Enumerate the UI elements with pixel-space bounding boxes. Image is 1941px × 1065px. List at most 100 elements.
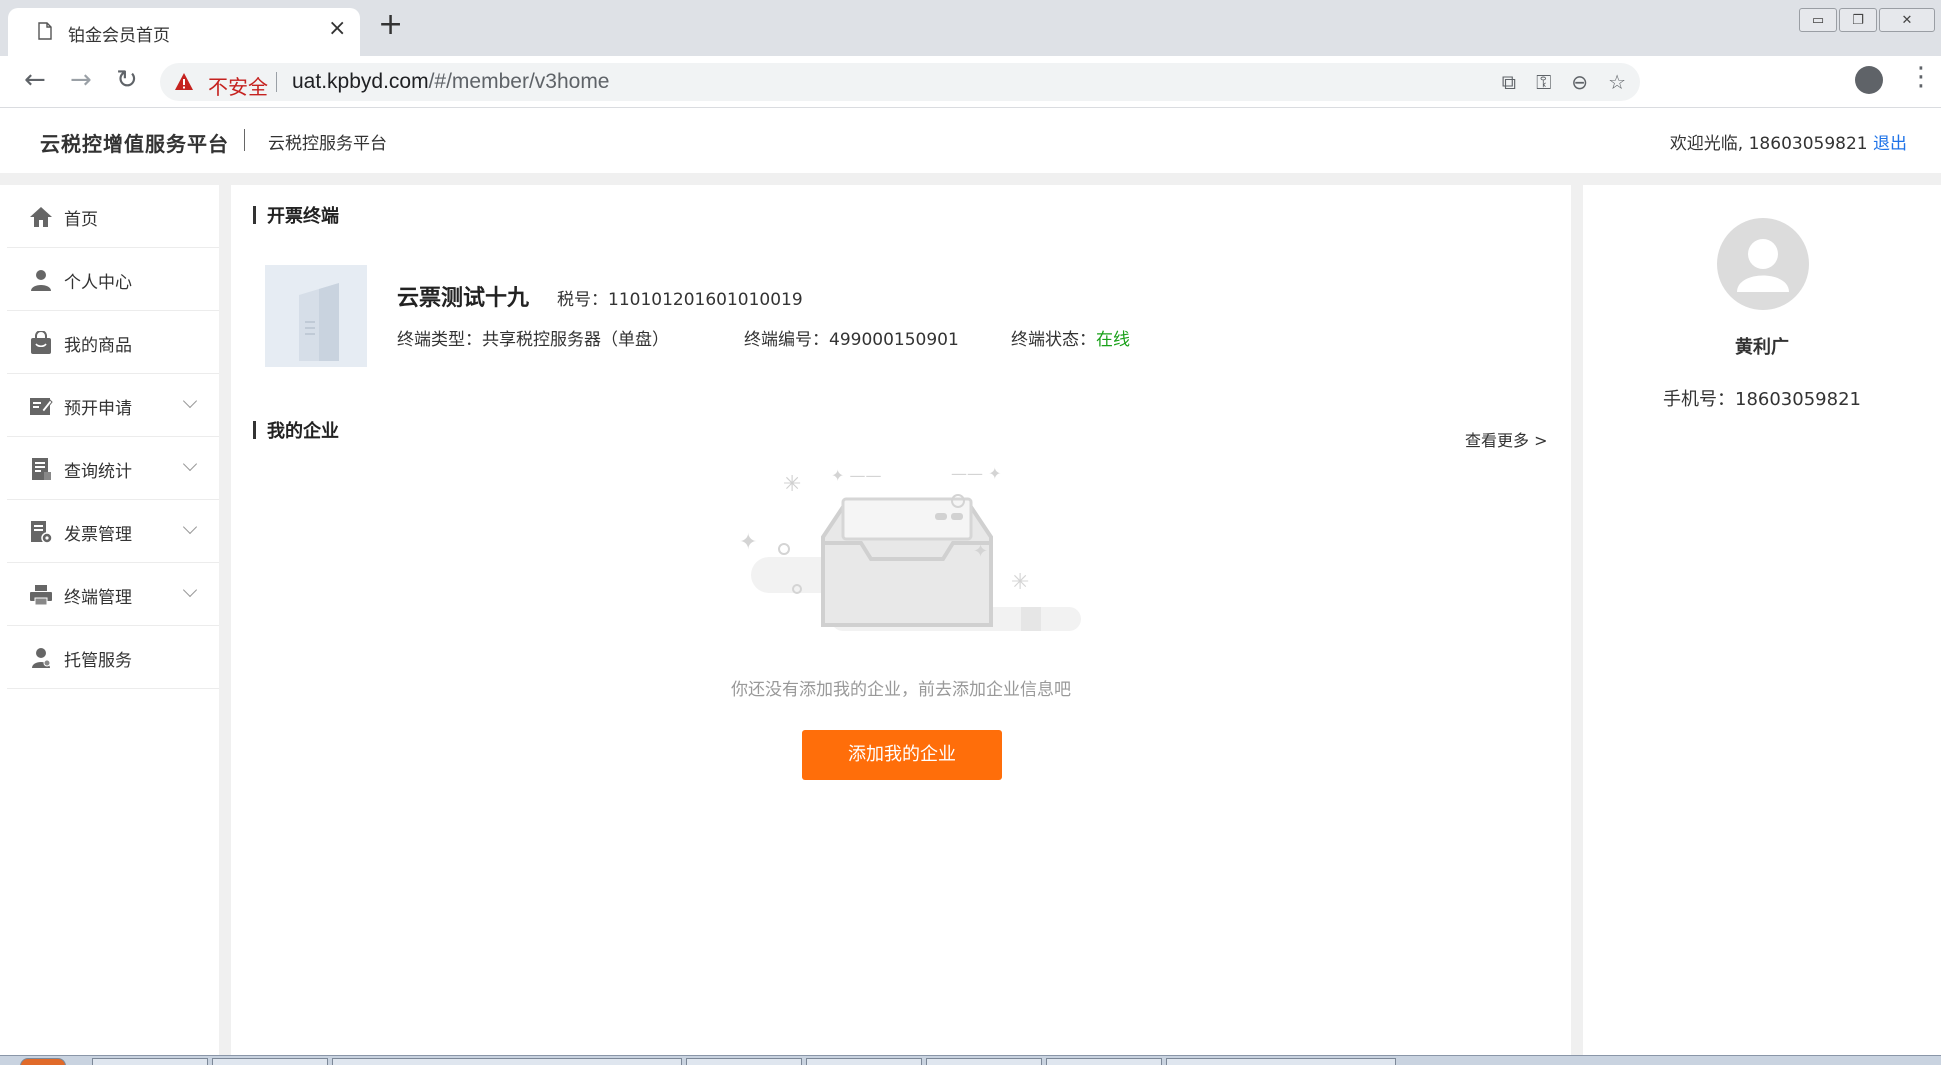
terminal-section-title: 开票终端	[253, 202, 339, 228]
empty-box-illustration: ✳ ✦ ✦ —— ✦ ✳ —— ✦	[739, 464, 1081, 631]
chevron-down-icon[interactable]	[182, 519, 198, 535]
window-controls: ▭ ❐ ✕	[1797, 8, 1935, 32]
translate-icon[interactable]: ⧉	[1502, 70, 1516, 94]
home-icon	[30, 207, 52, 227]
sidebar-item-query-stats[interactable]: 查询统计	[7, 437, 219, 500]
sidebar-item-label: 终端管理	[64, 588, 132, 608]
taskbar-item[interactable]	[806, 1058, 922, 1065]
report-icon	[32, 458, 51, 480]
terminal-tax-number: 税号：110101201601010019	[557, 290, 803, 310]
restore-button[interactable]: ❐	[1839, 8, 1877, 32]
layout-gutter	[1571, 185, 1583, 1065]
sidebar-item-label: 托管服务	[64, 651, 132, 671]
os-taskbar	[0, 1055, 1941, 1065]
reload-icon[interactable]: ↻	[116, 67, 138, 93]
terminal-type: 终端类型：共享税控服务器（单盘）	[397, 330, 669, 350]
invoice-icon	[31, 521, 53, 544]
welcome-message: 欢迎光临, 18603059821 退出	[1670, 129, 1907, 154]
taskbar-item[interactable]	[1046, 1058, 1162, 1065]
tab-close-button[interactable]: ×	[328, 16, 346, 41]
omnibox-divider	[276, 72, 277, 92]
taskbar-item[interactable]	[332, 1058, 682, 1065]
browser-tab-strip: 铂金会员首页 × + ▭ ❐ ✕	[0, 0, 1941, 56]
taskbar-item[interactable]	[1166, 1058, 1396, 1065]
sidebar-item-label: 首页	[64, 210, 98, 230]
terminal-name: 云票测试十九	[397, 286, 530, 311]
sidebar-item-hosting-service[interactable]: 托管服务	[7, 626, 219, 689]
sidebar: 首页 个人中心 我的商品 预开申请 查询统计 发票管理 终端管理 托管服务	[7, 185, 219, 1065]
sidebar-item-invoice-management[interactable]: 发票管理	[7, 500, 219, 563]
view-more-link[interactable]: 查看更多 >	[1465, 427, 1548, 451]
address-bar[interactable]: 不安全 uat.kpbyd.com/#/member/v3home ⧉ ⚿ ⊖ …	[160, 63, 1640, 101]
taskbar-item[interactable]	[926, 1058, 1042, 1065]
site-header: 云税控增值服务平台 云税控服务平台 欢迎光临, 18603059821 退出	[0, 109, 1941, 173]
page-icon	[38, 22, 52, 40]
profile-phone: 手机号：18603059821	[1663, 389, 1861, 410]
forward-icon[interactable]: →	[70, 67, 92, 93]
welcome-text: 欢迎光临, 18603059821	[1669, 134, 1873, 154]
warning-icon	[175, 73, 193, 90]
sidebar-item-label: 发票管理	[64, 525, 132, 545]
terminal-status-label: 终端状态：	[1011, 330, 1096, 350]
key-icon[interactable]: ⚿	[1536, 70, 1551, 94]
terminal-number: 终端编号：499000150901	[744, 330, 959, 350]
service-icon	[32, 648, 51, 668]
chevron-down-icon[interactable]	[182, 393, 198, 409]
add-enterprise-button[interactable]: 添加我的企业	[802, 730, 1002, 780]
sidebar-item-terminal-management[interactable]: 终端管理	[7, 563, 219, 626]
main-content: 开票终端 云票测试十九 税号：110101201601010019 终端类型：共…	[231, 185, 1571, 1065]
empty-state-message: 你还没有添加我的企业，前去添加企业信息吧	[731, 680, 1071, 700]
avatar[interactable]	[1717, 218, 1809, 310]
omnibox-actions: ⧉ ⚿ ⊖ ☆	[1502, 70, 1626, 94]
printer-icon	[30, 585, 52, 606]
zoom-icon[interactable]: ⊖	[1571, 70, 1588, 94]
svg-text:—— ✦: —— ✦	[951, 464, 1002, 483]
brand-divider	[244, 129, 245, 151]
profile-panel: 黄利广 手机号：18603059821	[1583, 185, 1941, 1065]
sidebar-item-pre-apply[interactable]: 预开申请	[7, 374, 219, 437]
url-path: /#/member/v3home	[428, 70, 610, 93]
user-avatar-icon	[1737, 239, 1789, 292]
sidebar-item-home[interactable]: 首页	[7, 185, 219, 248]
svg-text:✳: ✳	[783, 472, 801, 497]
user-icon	[31, 270, 51, 291]
profile-icon[interactable]	[1855, 66, 1883, 94]
svg-text:✦ ——: ✦ ——	[831, 466, 882, 485]
enterprise-section-title: 我的企业	[253, 417, 339, 443]
bookmark-star-icon[interactable]: ☆	[1608, 70, 1626, 94]
browser-toolbar: ← → ↻ 不安全 uat.kpbyd.com/#/member/v3home …	[0, 56, 1941, 108]
terminal-thumbnail	[265, 265, 367, 367]
profile-name: 黄利广	[1735, 337, 1789, 358]
back-icon[interactable]: ←	[24, 67, 46, 93]
taskbar-item[interactable]	[92, 1058, 208, 1065]
url-host: uat.kpbyd.com	[292, 70, 429, 93]
close-window-button[interactable]: ✕	[1879, 8, 1935, 32]
security-label[interactable]: 不安全	[208, 71, 268, 100]
start-button[interactable]	[20, 1058, 66, 1065]
new-tab-button[interactable]: +	[378, 10, 403, 40]
browser-tab[interactable]: 铂金会员首页 ×	[8, 8, 360, 56]
chevron-down-icon[interactable]	[182, 582, 198, 598]
svg-text:✦: ✦	[739, 530, 757, 555]
svg-text:✦: ✦	[973, 541, 988, 562]
chevron-down-icon[interactable]	[182, 456, 198, 472]
platform-name: 云税控服务平台	[268, 134, 387, 154]
svg-text:✳: ✳	[1011, 570, 1029, 595]
tab-title: 铂金会员首页	[68, 26, 170, 46]
taskbar-item[interactable]	[686, 1058, 802, 1065]
minimize-button[interactable]: ▭	[1799, 8, 1837, 32]
form-icon	[30, 398, 53, 415]
sidebar-item-label: 我的商品	[64, 336, 132, 356]
header-divider	[0, 173, 1941, 185]
sidebar-item-my-products[interactable]: 我的商品	[7, 311, 219, 374]
bag-icon	[31, 331, 51, 354]
sidebar-item-personal-center[interactable]: 个人中心	[7, 248, 219, 311]
logout-link[interactable]: 退出	[1873, 134, 1907, 154]
url-text[interactable]: uat.kpbyd.com/#/member/v3home	[292, 70, 610, 94]
terminal-status: 终端状态：在线	[1011, 325, 1130, 350]
taskbar-item[interactable]	[212, 1058, 328, 1065]
brand-logo[interactable]: 云税控增值服务平台	[40, 128, 229, 157]
layout-gutter	[219, 185, 231, 1065]
menu-icon[interactable]: ⋮	[1908, 64, 1934, 90]
status-badge: 在线	[1096, 330, 1130, 350]
